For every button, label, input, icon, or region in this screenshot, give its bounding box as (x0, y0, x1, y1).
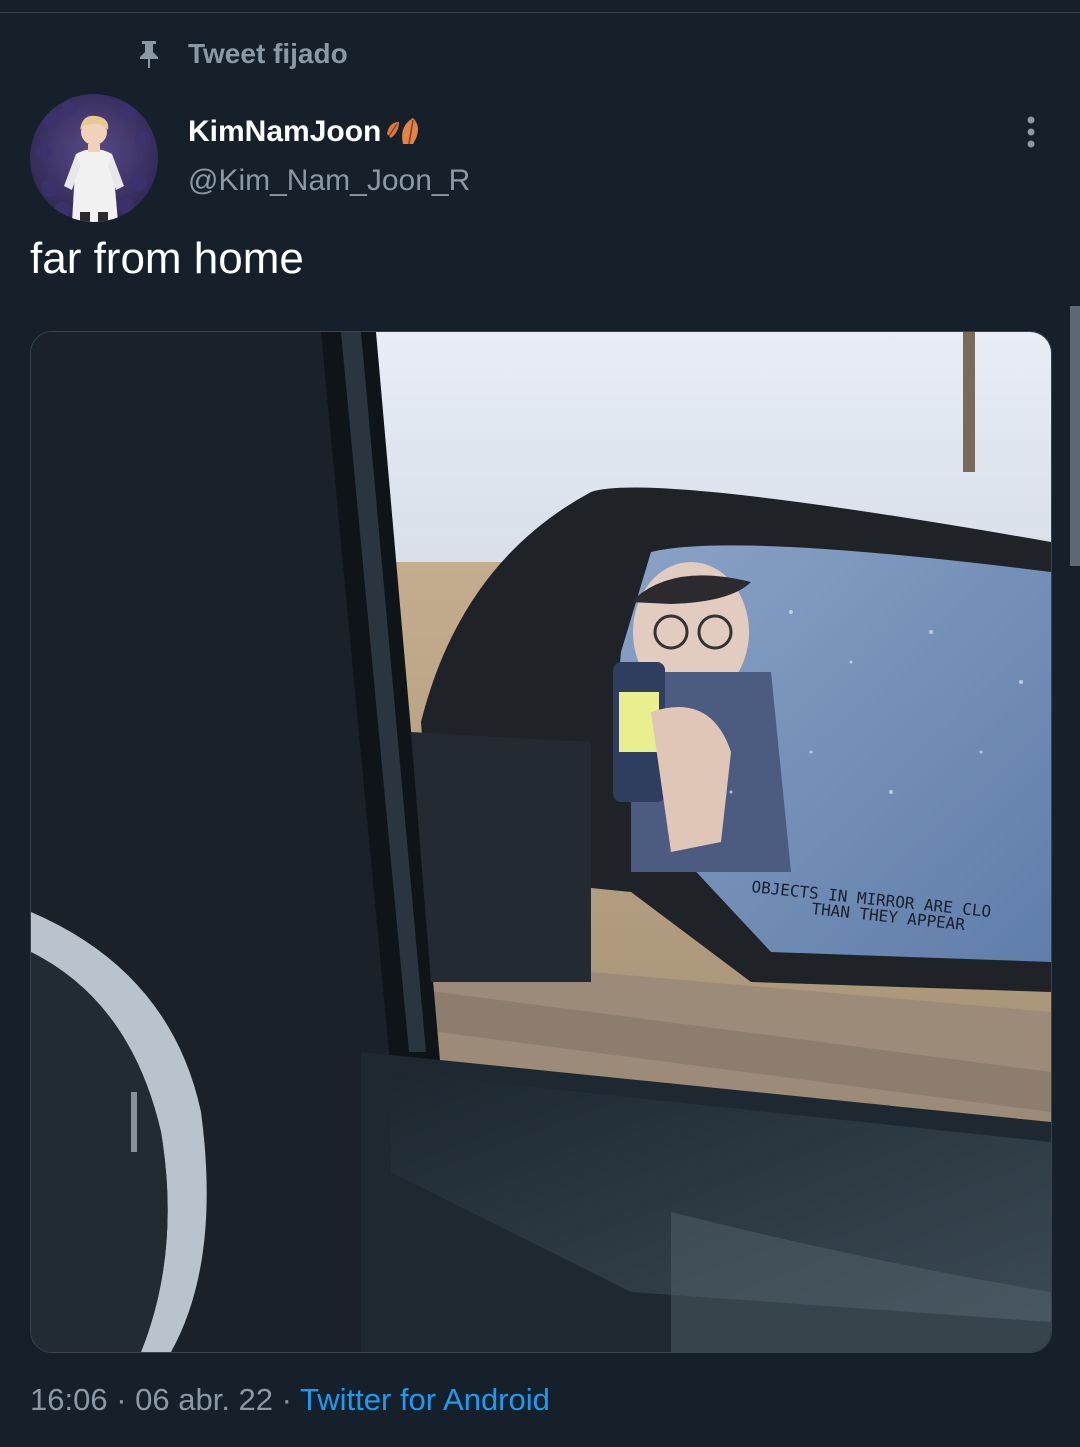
author-handle[interactable]: @Kim_Nam_Joon_R (188, 164, 470, 198)
top-divider (0, 12, 1080, 13)
tweet-date[interactable]: 06 abr. 22 (135, 1382, 273, 1417)
pinned-text: Tweet fijado (188, 38, 348, 69)
more-options-icon[interactable] (1018, 114, 1044, 150)
tweet-text: far from home (30, 234, 304, 283)
author-display-name[interactable]: KimNamJoon (188, 114, 423, 150)
tweet-source-link[interactable]: Twitter for Android (300, 1382, 550, 1417)
pin-icon (140, 41, 158, 68)
avatar-image (30, 94, 158, 222)
author-name-text: KimNamJoon (188, 115, 382, 148)
meta-separator-1: · (107, 1382, 136, 1417)
leaf-icon (387, 118, 419, 145)
tweet-meta: 16:06 · 06 abr. 22 · Twitter for Android (30, 1378, 550, 1422)
scrollbar[interactable] (1070, 306, 1080, 566)
avatar[interactable] (30, 94, 158, 222)
pinned-tweet-label: Tweet fijado (136, 36, 348, 72)
tweet-time[interactable]: 16:06 (30, 1382, 108, 1417)
car-mirror-photo: OBJECTS IN MIRROR ARE CLO THAN THEY APPE… (31, 332, 1051, 1352)
tweet-image[interactable]: OBJECTS IN MIRROR ARE CLO THAN THEY APPE… (30, 331, 1052, 1353)
tweet-detail-page: Tweet fijado KimNamJoon @Kim_Nam_Joon_R … (0, 0, 1080, 1447)
meta-separator-2: · (273, 1382, 301, 1417)
